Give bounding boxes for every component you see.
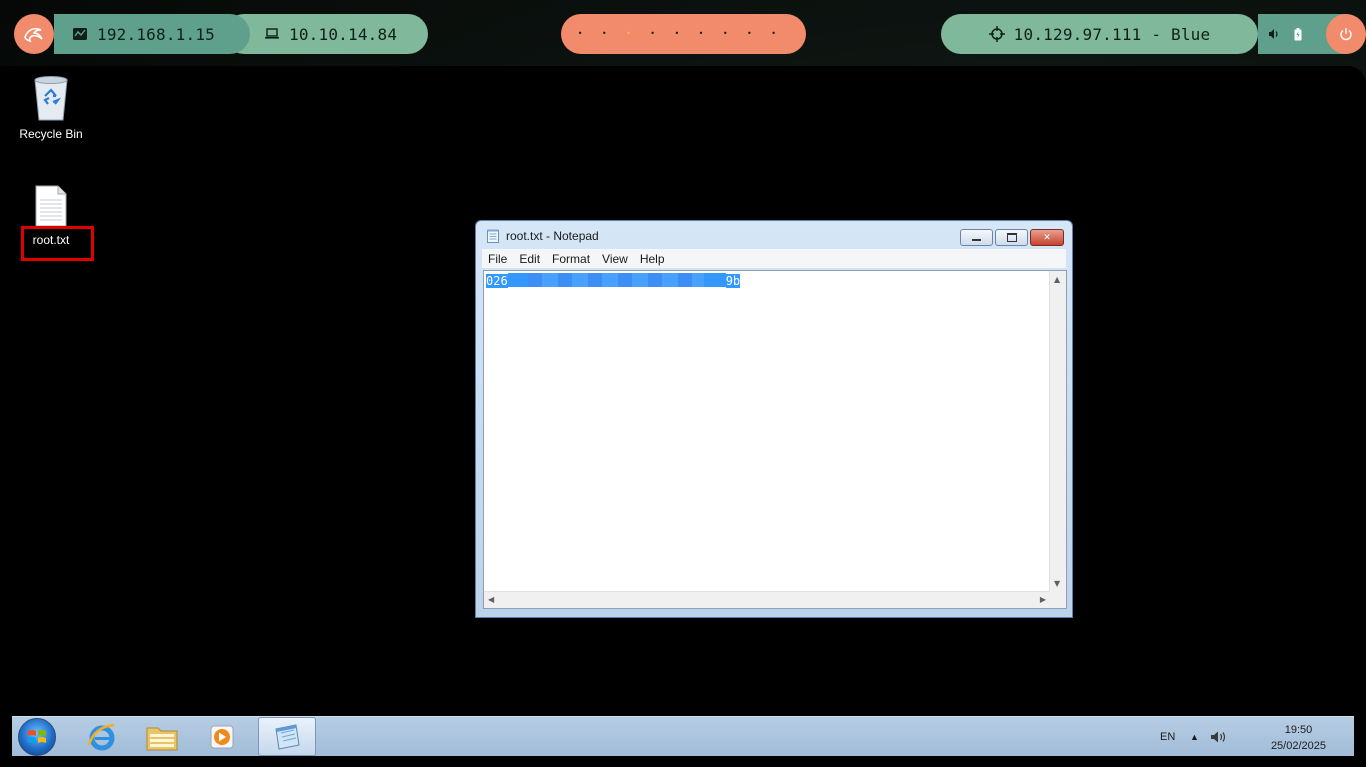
maximize-icon — [1006, 233, 1017, 242]
selected-text: 026 9b — [486, 273, 741, 288]
target-segment: 10.129.97.111 - Blue — [941, 14, 1258, 54]
tray-volume-icon — [1211, 731, 1226, 742]
notepad-taskbar-icon — [275, 723, 300, 750]
notepad-icon — [487, 229, 499, 243]
scroll-left-icon[interactable]: ◀ — [488, 595, 494, 604]
scroll-down-icon[interactable]: ▼ — [1054, 579, 1060, 588]
crosshair-icon — [988, 26, 1005, 42]
recycle-bin-icon — [34, 76, 68, 121]
taskbar-notepad[interactable] — [258, 717, 316, 756]
host-ip-segment: 192.168.1.15 — [54, 14, 250, 54]
minimize-icon — [972, 238, 981, 241]
tray-chevron-up-icon: ▲ — [1190, 731, 1199, 742]
scrollbar-corner — [1049, 591, 1066, 608]
close-button[interactable]: ✕ — [1030, 229, 1064, 246]
menu-format[interactable]: Format — [546, 252, 596, 266]
taskbar-internet-explorer[interactable] — [74, 717, 130, 756]
taskbar-media-player[interactable] — [194, 717, 250, 756]
kali-dragon-icon — [24, 27, 43, 43]
host-ip: 192.168.1.15 — [97, 24, 215, 44]
volume-icon[interactable] — [1268, 28, 1280, 40]
clock-time: 19:50 — [1284, 724, 1313, 736]
window-controls: ✕ — [960, 229, 1064, 246]
target-label: 10.129.97.111 - Blue — [1013, 24, 1211, 44]
annotation-highlight-box — [21, 226, 94, 261]
minimize-button[interactable] — [960, 229, 993, 246]
workspace-dot[interactable]: • — [713, 30, 737, 38]
app-launcher-button[interactable] — [14, 14, 54, 54]
close-icon: ✕ — [1043, 232, 1051, 243]
workspace-dot[interactable]: • — [665, 30, 689, 38]
menu-file[interactable]: File — [482, 252, 513, 266]
start-button[interactable] — [18, 718, 56, 756]
workspace-dot[interactable]: • — [641, 30, 665, 38]
menu-help[interactable]: Help — [634, 252, 671, 266]
horizontal-scrollbar[interactable]: ◀ ▶ — [484, 591, 1050, 608]
text-prefix: 026 — [486, 274, 508, 288]
clock-date: 25/02/2025 — [1270, 740, 1326, 752]
remote-desktop-screen: Recycle Bin root.txt root.txt - Notepad — [0, 66, 1366, 767]
redacted-text-block — [507, 273, 726, 287]
power-icon — [1340, 28, 1352, 41]
text-file-icon — [35, 185, 67, 227]
recycle-bin-desktop-icon[interactable]: Recycle Bin — [11, 74, 91, 141]
workspace-dot-active[interactable]: • — [616, 30, 640, 38]
workspace-dot[interactable]: • — [762, 30, 786, 38]
language-label: EN — [1160, 730, 1176, 743]
battery-icon — [1294, 27, 1302, 40]
vpn-ip-segment: 10.10.14.84 — [224, 14, 428, 54]
windows-logo-icon — [28, 730, 46, 743]
maximize-button[interactable] — [995, 229, 1028, 246]
show-hidden-icons-button[interactable]: ▲ — [1190, 717, 1199, 756]
workspace-dot[interactable]: • — [592, 30, 616, 38]
top-status-bar: 10.10.14.84 192.168.1.15 • • • • • • • •… — [0, 0, 1366, 66]
tray-volume[interactable] — [1210, 717, 1228, 756]
network-monitor-icon — [73, 28, 87, 40]
taskbar-clock[interactable]: 19:50 25/02/2025 — [1271, 722, 1326, 754]
folder-icon — [146, 727, 178, 750]
workspace-dot[interactable]: • — [737, 30, 761, 38]
notepad-window[interactable]: root.txt - Notepad ✕ File Edit Format Vi… — [475, 220, 1073, 618]
menu-edit[interactable]: Edit — [513, 252, 546, 266]
vpn-ip: 10.10.14.84 — [289, 24, 398, 44]
scroll-right-icon[interactable]: ▶ — [1040, 595, 1046, 604]
recycle-bin-label: Recycle Bin — [19, 127, 83, 141]
media-player-icon — [210, 725, 234, 748]
taskbar-file-explorer[interactable] — [134, 717, 190, 756]
workspace-dot[interactable]: • — [568, 30, 592, 38]
notepad-title: root.txt - Notepad — [506, 229, 599, 243]
scroll-up-icon[interactable]: ▲ — [1054, 275, 1060, 284]
internet-explorer-icon — [87, 723, 115, 750]
notepad-menu-bar: File Edit Format View Help — [482, 249, 1066, 268]
language-indicator[interactable]: EN — [1160, 717, 1175, 756]
text-suffix: 9b — [725, 274, 741, 288]
workspace-dot[interactable]: • — [689, 30, 713, 38]
notepad-text-area[interactable]: 026 9b ▲ ▼ ◀ ▶ — [483, 270, 1067, 609]
notepad-title-bar[interactable]: root.txt - Notepad — [486, 229, 599, 243]
menu-view[interactable]: View — [596, 252, 634, 266]
laptop-icon — [265, 28, 279, 39]
workspace-switcher: • • • • • • • • • — [561, 14, 806, 54]
power-button[interactable] — [1326, 14, 1366, 54]
vertical-scrollbar[interactable]: ▲ ▼ — [1049, 271, 1066, 592]
windows-taskbar: EN ▲ 19:50 25/02/2025 — [12, 716, 1354, 756]
